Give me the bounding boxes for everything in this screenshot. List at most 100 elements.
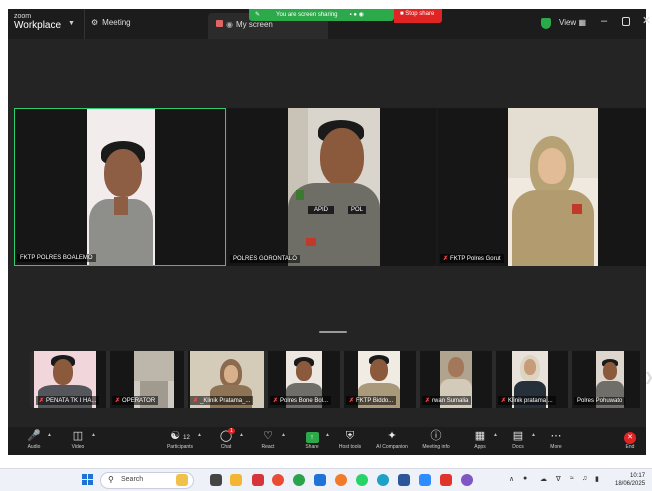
word-icon[interactable]	[398, 474, 410, 486]
participant-video: APID POL	[288, 108, 380, 266]
gallery-tile[interactable]: ✗ PENATA TK I HA...	[34, 351, 106, 408]
docs-button[interactable]: ▤ Docs ▲	[498, 429, 538, 450]
host-tools-button[interactable]: ⛨ Host tools	[330, 429, 370, 450]
pin-icon[interactable]: ✎	[255, 12, 260, 18]
gallery-resize-handle[interactable]	[319, 331, 347, 333]
shield-icon[interactable]	[541, 18, 551, 29]
close-button[interactable]: ✕	[642, 14, 651, 27]
participant-name-tag: FKTP POLRES BOALEMO	[17, 254, 96, 262]
zoom-workplace-logo[interactable]: zoom Workplace	[14, 12, 62, 31]
audio-label: Audio	[27, 444, 41, 450]
chrome-icon[interactable]	[272, 474, 284, 486]
edge-icon[interactable]	[377, 474, 389, 486]
whatsapp-icon[interactable]	[356, 474, 368, 486]
app-blue-icon[interactable]	[314, 474, 326, 486]
chevron-up-icon[interactable]: ▲	[47, 432, 52, 438]
screen-sharing-bar[interactable]: ✎ You are screen sharing ▪ ● ◉	[249, 9, 394, 21]
gallery-name: OPERATOR	[122, 398, 156, 404]
view-button[interactable]: View ▦	[559, 18, 586, 27]
onedrive-icon[interactable]: ☁	[540, 475, 547, 483]
share-label: Share	[305, 444, 319, 450]
participant-name-tag: POLRES GORONTALO	[230, 255, 300, 263]
chevron-up-icon[interactable]: ∧	[509, 475, 514, 483]
gallery-tile[interactable]: ✗ Klinik pratama ...	[496, 351, 568, 408]
mic-muted-icon: ✗	[425, 398, 431, 404]
gallery-name: FKTP Biddo...	[356, 398, 394, 404]
video-tile[interactable]: APID POL POLRES GORONTALO	[228, 108, 436, 266]
language-icon[interactable]: ∇	[556, 475, 561, 483]
end-call-icon: ✕	[624, 432, 636, 444]
network-icon[interactable]: ●	[523, 475, 527, 482]
gallery-tile[interactable]: ✗ _Klinik Pratama_...	[188, 351, 264, 408]
chevron-down-icon[interactable]: ▼	[68, 20, 75, 27]
battery-icon[interactable]: ▮	[595, 475, 599, 483]
ai-companion-button[interactable]: ✦ AI Companion	[370, 429, 414, 450]
share-button[interactable]: ↑ Share ▲	[292, 429, 332, 450]
file-explorer-icon[interactable]	[230, 474, 242, 486]
stop-share-button[interactable]: ■ Stop share	[394, 9, 442, 23]
participant-name-tag: Polres Pohuwato	[574, 397, 626, 405]
acrobat-icon[interactable]	[440, 474, 452, 486]
meeting-info-button[interactable]: ⓘ Meeting info	[416, 429, 456, 450]
video-tile[interactable]: FKTP POLRES BOALEMO	[14, 108, 226, 266]
sparkle-icon: ✦	[387, 430, 397, 442]
video-tile[interactable]: ✗ FKTP Polres Gorut	[438, 108, 646, 266]
share-screen-icon: ↑	[305, 432, 319, 443]
react-label: React	[261, 444, 275, 450]
gallery-tile[interactable]: ✗ FKTP Biddo...	[344, 351, 416, 408]
app-green-icon[interactable]	[293, 474, 305, 486]
audio-button[interactable]: 🎤 Audio ▲	[14, 429, 54, 450]
shield-icon: ⛨	[345, 430, 355, 442]
participants-button[interactable]: ☯ 12 Participants ▲	[156, 429, 204, 450]
zoom-icon[interactable]	[419, 474, 431, 486]
windows-start-icon[interactable]	[82, 474, 94, 486]
apps-button[interactable]: ▦ Apps ▲	[460, 429, 500, 450]
mic-muted-icon: ✗	[39, 398, 45, 404]
maximize-button[interactable]	[622, 17, 630, 26]
mic-muted-icon: ✗	[349, 398, 355, 404]
participant-name-tag: ✗ Klinik pratama ...	[498, 396, 556, 405]
mic-icon: ◉	[226, 20, 233, 29]
zoom-title-bar: zoom Workplace ▼ ⚙ Meeting ◉ My screen ✎ Yo…	[8, 9, 651, 39]
chevron-up-icon[interactable]: ▲	[281, 432, 286, 438]
end-button[interactable]: ✕ End	[616, 429, 644, 450]
logo-workplace-text: Workplace	[14, 20, 62, 31]
tab-meeting[interactable]: ⚙ Meeting	[84, 9, 208, 39]
share-controls-icon[interactable]: ▪ ● ◉	[350, 12, 364, 18]
taskview-icon[interactable]	[210, 474, 222, 486]
gallery-tile[interactable]: ✗ rwan Sumalia	[420, 351, 492, 408]
participant-name-tag: ✗ PENATA TK I HA...	[36, 396, 100, 405]
participant-name-tag: ✗ rwan Sumalia	[422, 396, 472, 405]
wifi-icon[interactable]: ≈	[570, 475, 574, 482]
participant-video	[87, 109, 155, 265]
gallery-tile[interactable]: Polres Pohuwato	[572, 351, 640, 408]
host-tools-label: Host tools	[338, 444, 362, 450]
gallery-tile[interactable]: ✗ Polres Bone Bol...	[268, 351, 340, 408]
gallery-tile[interactable]: ✗ OPERATOR	[110, 351, 184, 408]
minimize-button[interactable]: –	[601, 15, 607, 27]
taskbar-clock[interactable]: 10:17 18/06/2025	[615, 472, 645, 488]
app-multicolor-icon[interactable]	[461, 474, 473, 486]
windows-taskbar: ⚲ Search ∧ ● ☁ ∇ ≈ ♫ ▮ 10:17 18/06/2025	[0, 468, 652, 491]
gallery-name: Klinik pratama ...	[508, 398, 553, 404]
chevron-up-icon[interactable]: ▲	[91, 432, 96, 438]
more-button[interactable]: ⋯ More	[536, 429, 576, 450]
speaker-view: FKTP POLRES BOALEMO APID POL POLRES GORO…	[14, 108, 646, 266]
participant-video	[508, 108, 598, 266]
video-button[interactable]: ◫ Video ▲	[58, 429, 98, 450]
volume-icon[interactable]: ♫	[582, 475, 587, 482]
screen-share-icon	[216, 20, 223, 27]
mic-muted-icon: ✗	[115, 398, 121, 404]
meeting-area: FKTP POLRES BOALEMO APID POL POLRES GORO…	[8, 39, 652, 455]
chevron-up-icon[interactable]: ▲	[239, 432, 244, 438]
stop-icon: ■	[400, 11, 404, 17]
info-icon: ⓘ	[430, 430, 442, 442]
firefox-icon[interactable]	[335, 474, 347, 486]
mic-muted-icon: ✗	[273, 398, 279, 404]
chevron-up-icon[interactable]: ▲	[197, 432, 202, 438]
chat-button[interactable]: ◯ 1 Chat ▲	[206, 428, 246, 450]
chevron-right-icon[interactable]: ❯	[644, 370, 652, 384]
app-red-icon[interactable]	[252, 474, 264, 486]
weather-icon[interactable]	[176, 474, 188, 486]
react-button[interactable]: ♡ React ▲	[248, 429, 288, 450]
